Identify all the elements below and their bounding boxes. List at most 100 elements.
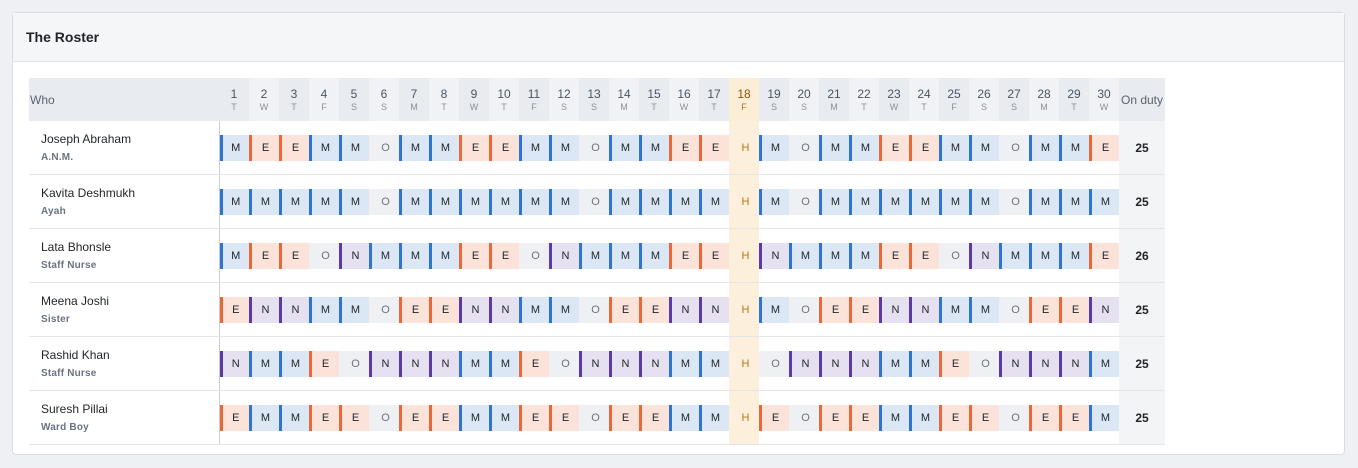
shift-cell[interactable]: N [759,228,789,283]
shift-cell[interactable]: O [369,282,399,337]
shift-cell[interactable]: N [369,336,399,391]
shift-cell[interactable]: M [279,390,309,445]
shift-cell[interactable]: M [399,174,429,229]
shift-cell[interactable]: E [309,390,339,445]
shift-cell[interactable]: O [999,121,1029,175]
shift-cell[interactable]: M [429,228,459,283]
shift-cell[interactable]: M [1059,228,1089,283]
shift-cell[interactable]: E [1029,390,1059,445]
shift-cell[interactable]: M [519,121,549,175]
shift-cell[interactable]: N [789,336,819,391]
shift-cell[interactable]: M [279,336,309,391]
shift-cell[interactable]: N [218,336,249,391]
shift-cell[interactable]: O [789,174,819,229]
shift-cell[interactable]: E [218,390,249,445]
shift-cell[interactable]: M [218,174,249,229]
shift-cell[interactable]: E [519,336,549,391]
shift-cell[interactable]: M [879,174,909,229]
shift-cell[interactable]: M [249,336,279,391]
shift-cell[interactable]: N [699,282,729,337]
shift-cell[interactable]: E [489,228,519,283]
shift-cell[interactable]: E [249,121,279,175]
shift-cell[interactable]: M [759,282,789,337]
shift-cell[interactable]: M [1059,121,1089,175]
shift-cell[interactable]: N [459,282,489,337]
shift-cell[interactable]: N [879,282,909,337]
shift-cell[interactable]: M [939,282,969,337]
shift-cell[interactable]: M [669,390,699,445]
shift-cell[interactable]: M [399,121,429,175]
shift-cell[interactable]: N [1029,336,1059,391]
shift-cell[interactable]: O [939,228,969,283]
shift-cell[interactable]: M [819,228,849,283]
shift-cell[interactable]: N [279,282,309,337]
shift-cell[interactable]: E [849,390,879,445]
shift-cell[interactable]: E [399,390,429,445]
shift-cell[interactable]: M [909,174,939,229]
shift-cell[interactable]: N [639,336,669,391]
shift-cell[interactable]: N [909,282,939,337]
shift-cell[interactable]: M [519,174,549,229]
shift-cell[interactable]: M [279,174,309,229]
shift-cell[interactable]: O [789,390,819,445]
shift-cell[interactable]: E [669,228,699,283]
shift-cell[interactable]: E [609,282,639,337]
shift-cell[interactable]: M [699,390,729,445]
shift-cell[interactable]: H [729,336,759,391]
shift-cell[interactable]: H [729,121,759,175]
shift-cell[interactable]: O [369,174,399,229]
shift-cell[interactable]: E [1059,282,1089,337]
shift-cell[interactable]: E [879,121,909,175]
shift-cell[interactable]: E [1029,282,1059,337]
shift-cell[interactable]: M [789,228,819,283]
shift-cell[interactable]: O [999,174,1029,229]
shift-cell[interactable]: O [549,336,579,391]
shift-cell[interactable]: M [339,282,369,337]
shift-cell[interactable]: M [879,390,909,445]
shift-cell[interactable]: M [879,336,909,391]
shift-cell[interactable]: N [429,336,459,391]
shift-cell[interactable]: H [729,390,759,445]
shift-cell[interactable]: E [879,228,909,283]
shift-cell[interactable]: M [939,174,969,229]
shift-cell[interactable]: M [459,336,489,391]
shift-cell[interactable]: E [489,121,519,175]
shift-cell[interactable]: E [699,228,729,283]
shift-cell[interactable]: M [639,228,669,283]
shift-cell[interactable]: E [1089,121,1119,175]
shift-cell[interactable]: E [459,228,489,283]
shift-cell[interactable]: O [579,174,609,229]
shift-cell[interactable]: O [579,390,609,445]
shift-cell[interactable]: M [249,174,279,229]
shift-cell[interactable]: M [399,228,429,283]
shift-cell[interactable]: M [549,174,579,229]
shift-cell[interactable]: E [639,282,669,337]
shift-cell[interactable]: O [339,336,369,391]
shift-cell[interactable]: N [609,336,639,391]
shift-cell[interactable]: M [459,390,489,445]
shift-cell[interactable]: M [939,121,969,175]
shift-cell[interactable]: O [999,390,1029,445]
shift-cell[interactable]: N [579,336,609,391]
shift-cell[interactable]: M [759,174,789,229]
shift-cell[interactable]: M [819,174,849,229]
shift-cell[interactable]: M [969,174,999,229]
shift-cell[interactable]: M [459,174,489,229]
shift-cell[interactable]: E [1089,228,1119,283]
shift-cell[interactable]: M [1059,174,1089,229]
shift-cell[interactable]: N [339,228,369,283]
shift-cell[interactable]: M [519,282,549,337]
shift-cell[interactable]: M [1029,121,1059,175]
shift-cell[interactable]: E [218,282,249,337]
shift-cell[interactable]: M [249,390,279,445]
shift-cell[interactable]: N [399,336,429,391]
shift-cell[interactable]: M [849,121,879,175]
shift-cell[interactable]: N [1059,336,1089,391]
shift-cell[interactable]: E [909,121,939,175]
shift-cell[interactable]: M [609,174,639,229]
shift-cell[interactable]: M [699,336,729,391]
shift-cell[interactable]: E [1059,390,1089,445]
shift-cell[interactable]: E [939,390,969,445]
shift-cell[interactable]: H [729,174,759,229]
shift-cell[interactable]: N [849,336,879,391]
